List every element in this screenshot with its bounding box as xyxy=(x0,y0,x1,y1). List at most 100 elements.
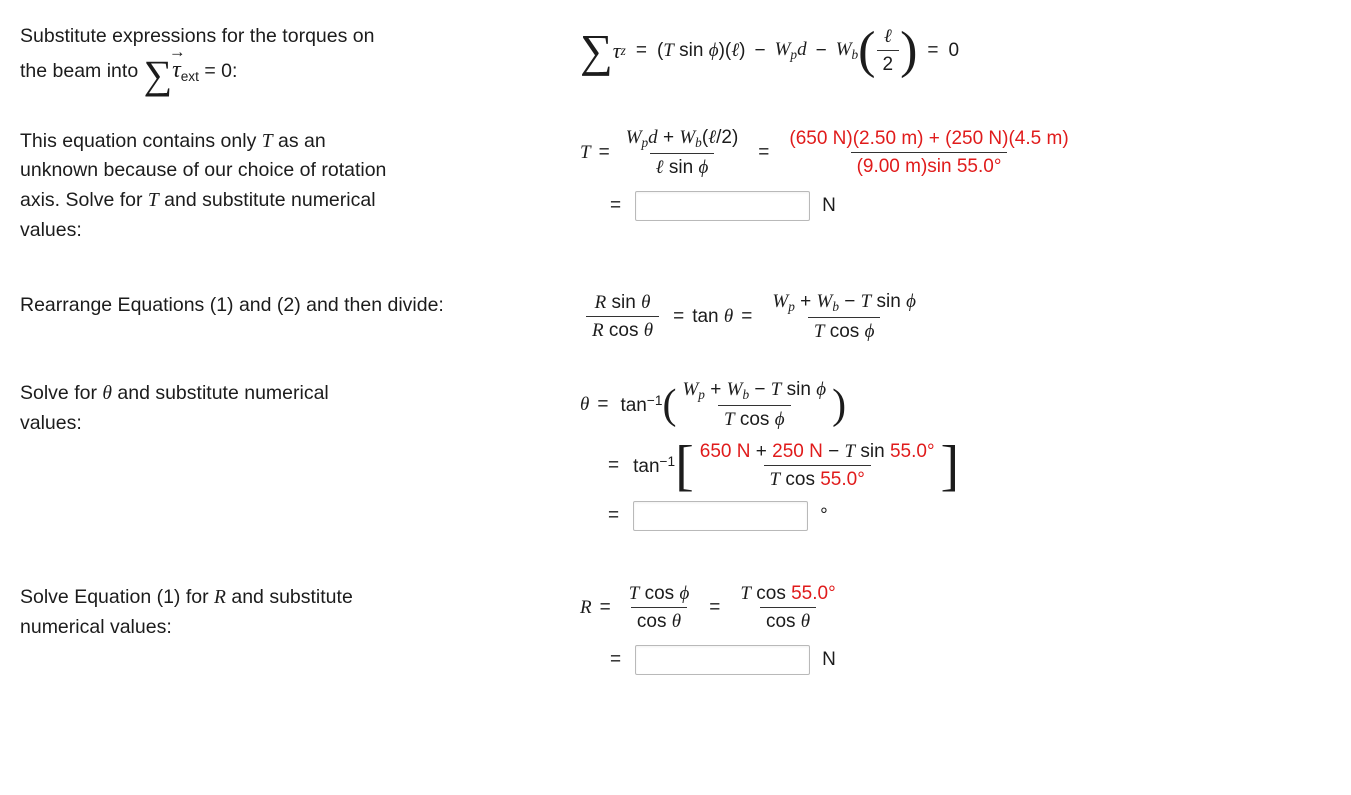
equals-th3: = xyxy=(608,505,620,527)
unit-R: N xyxy=(822,649,836,671)
cos-6: cos xyxy=(636,611,667,633)
solve-T-text-4: axis. Solve for xyxy=(20,189,148,212)
two-1: 2 xyxy=(721,126,732,148)
minus-5: − xyxy=(828,441,840,463)
answer-input-R[interactable] xyxy=(635,645,811,676)
R-num-denominator: cos θ xyxy=(759,607,817,633)
prompt-line-3: = 0: xyxy=(204,59,238,82)
phi-6: ϕ xyxy=(774,409,785,431)
Wp-value: 650 N xyxy=(699,441,751,463)
minus-1: − xyxy=(754,40,766,61)
solve-T-text-5: and substitute numerical xyxy=(158,189,376,212)
theta-5: θ xyxy=(800,611,811,633)
cos-4: cos xyxy=(785,469,815,491)
equals-th2: = xyxy=(608,455,620,477)
ell-2: ℓ xyxy=(655,156,664,178)
W-p2: W xyxy=(772,291,789,313)
R-inline: R xyxy=(214,587,226,609)
arctan-1: tan−1 xyxy=(620,393,662,417)
phi-5: ϕ xyxy=(816,379,827,401)
prompt-line-2: the beam into xyxy=(20,59,139,82)
plus-3: + xyxy=(710,379,722,401)
sin-label: sin xyxy=(679,40,704,61)
T-numeric-denominator: (9.00 m)sin 55.0° xyxy=(850,151,1008,178)
answer-input-T[interactable] xyxy=(635,190,811,221)
R-sym-num: T cos ϕ xyxy=(623,583,696,607)
phi-value-3: 55.0° xyxy=(791,583,836,605)
paren-close: ) xyxy=(739,40,746,61)
zero-value: 0 xyxy=(948,40,960,61)
rearrange-text: Rearrange Equations (1) and (2) and then… xyxy=(20,294,444,317)
T-symbol: T xyxy=(663,40,674,61)
equals-R1: = xyxy=(673,306,685,328)
T-lhs: T xyxy=(580,141,591,163)
solve-T-text-3: unknown because of our choice of rotatio… xyxy=(20,159,387,182)
T-numeric-fraction: (650 N)(2.50 m) + (250 N)(4.5 m) (9.00 m… xyxy=(783,128,1074,178)
minus-2: − xyxy=(815,40,827,61)
T-4: T xyxy=(813,321,825,343)
theta-text-3: values: xyxy=(20,411,82,434)
unit-theta: ° xyxy=(820,505,828,527)
phi-symbol: ϕ xyxy=(708,40,719,61)
sum-symbol-inline: ∑ xyxy=(143,51,173,97)
equals-R4: = xyxy=(709,597,721,619)
T-inline-2: T xyxy=(147,190,159,212)
R-sym-den: cos θ xyxy=(630,607,688,633)
theta-4: θ xyxy=(671,611,682,633)
theta-lhs: θ xyxy=(580,394,590,416)
cos-2: cos xyxy=(829,321,860,343)
equation-rearrange: R sin θ R cos θ = tan θ = Wp + Wb − T si… xyxy=(560,291,1351,343)
tan-theta: tan θ xyxy=(692,306,733,328)
equals-T2: = xyxy=(758,141,770,163)
sin-4: sin xyxy=(876,291,901,313)
ell-symbol: ℓ xyxy=(731,40,740,61)
equation-solve-T: T = Wpd + Wb(ℓ/2) ℓ sin ϕ = (650 N)(2.50… xyxy=(560,127,1351,221)
answer-input-theta[interactable] xyxy=(633,501,809,532)
W-symbol-p: W xyxy=(774,39,791,60)
section-rearrange: Rearrange Equations (1) and (2) and then… xyxy=(0,291,1351,343)
prompt-solve-R: Solve Equation (1) for R and substitute … xyxy=(0,583,560,642)
Wp-d-term: Wpd xyxy=(775,39,807,63)
theta-sym-num: Wp + Wb − T sin ϕ xyxy=(682,379,827,403)
half-ell-denominator: 2 xyxy=(876,50,900,76)
inverse-exponent-1: −1 xyxy=(646,393,663,409)
prompt-rearrange: Rearrange Equations (1) and (2) and then… xyxy=(0,291,560,321)
theta-2: θ xyxy=(643,320,654,342)
R-numeric-fraction: T cos 55.0° cos θ xyxy=(734,583,841,633)
cos-7: cos xyxy=(756,583,786,605)
W-b3: W xyxy=(726,379,743,401)
paren-close-theta: ) xyxy=(832,381,847,428)
prompt-line-1: Substitute expressions for the torques o… xyxy=(20,25,375,47)
T-3: T xyxy=(860,291,872,313)
half-ell-numerator: ℓ xyxy=(883,26,892,47)
R-ratio-fraction: R sin θ R cos θ xyxy=(586,292,660,342)
paren-open-theta: ( xyxy=(662,381,677,428)
equation-torque-sum: ∑ τ z = (T sin ϕ)(ℓ) − Wpd − Wb(ℓ 2) = 0 xyxy=(560,22,1351,79)
R-sin-theta: R sin θ xyxy=(589,292,657,316)
section-torque-sum: Substitute expressions for the torques o… xyxy=(0,22,1351,95)
equals-T: = xyxy=(598,141,610,163)
weights-fraction: Wp + Wb − T sin ϕ T cos ϕ xyxy=(766,291,922,343)
R-2: R xyxy=(592,320,604,342)
T-symbolic-numerator: Wpd + Wb(ℓ/2) xyxy=(625,126,739,150)
phi-value-1: 55.0° xyxy=(889,441,935,463)
paren-close-big: ) xyxy=(900,22,918,79)
phi-2: ϕ xyxy=(698,156,709,178)
R-text-2: and substitute xyxy=(225,586,353,609)
plus-sym: + xyxy=(662,126,675,148)
cos-1: cos xyxy=(608,320,639,342)
tau-symbol: τ xyxy=(612,38,621,63)
cos-5: cos xyxy=(644,583,675,605)
R-1: R xyxy=(594,292,607,314)
tension-term: (T sin ϕ)(ℓ) xyxy=(657,40,746,62)
half-ell-fraction: ℓ2 xyxy=(876,26,900,76)
solve-T-text-2: as an xyxy=(272,129,326,152)
equals-R2: = xyxy=(741,306,753,328)
equals-R3: = xyxy=(599,597,611,619)
prompt-torque-sum: Substitute expressions for the torques o… xyxy=(0,22,560,94)
T-6: T xyxy=(723,409,735,431)
T-8: T xyxy=(769,469,781,491)
theta-1: θ xyxy=(641,292,651,314)
T-numeric-numerator: (650 N)(2.50 m) + (250 N)(4.5 m) xyxy=(789,127,1069,149)
W-subscript-b: b xyxy=(851,46,859,62)
